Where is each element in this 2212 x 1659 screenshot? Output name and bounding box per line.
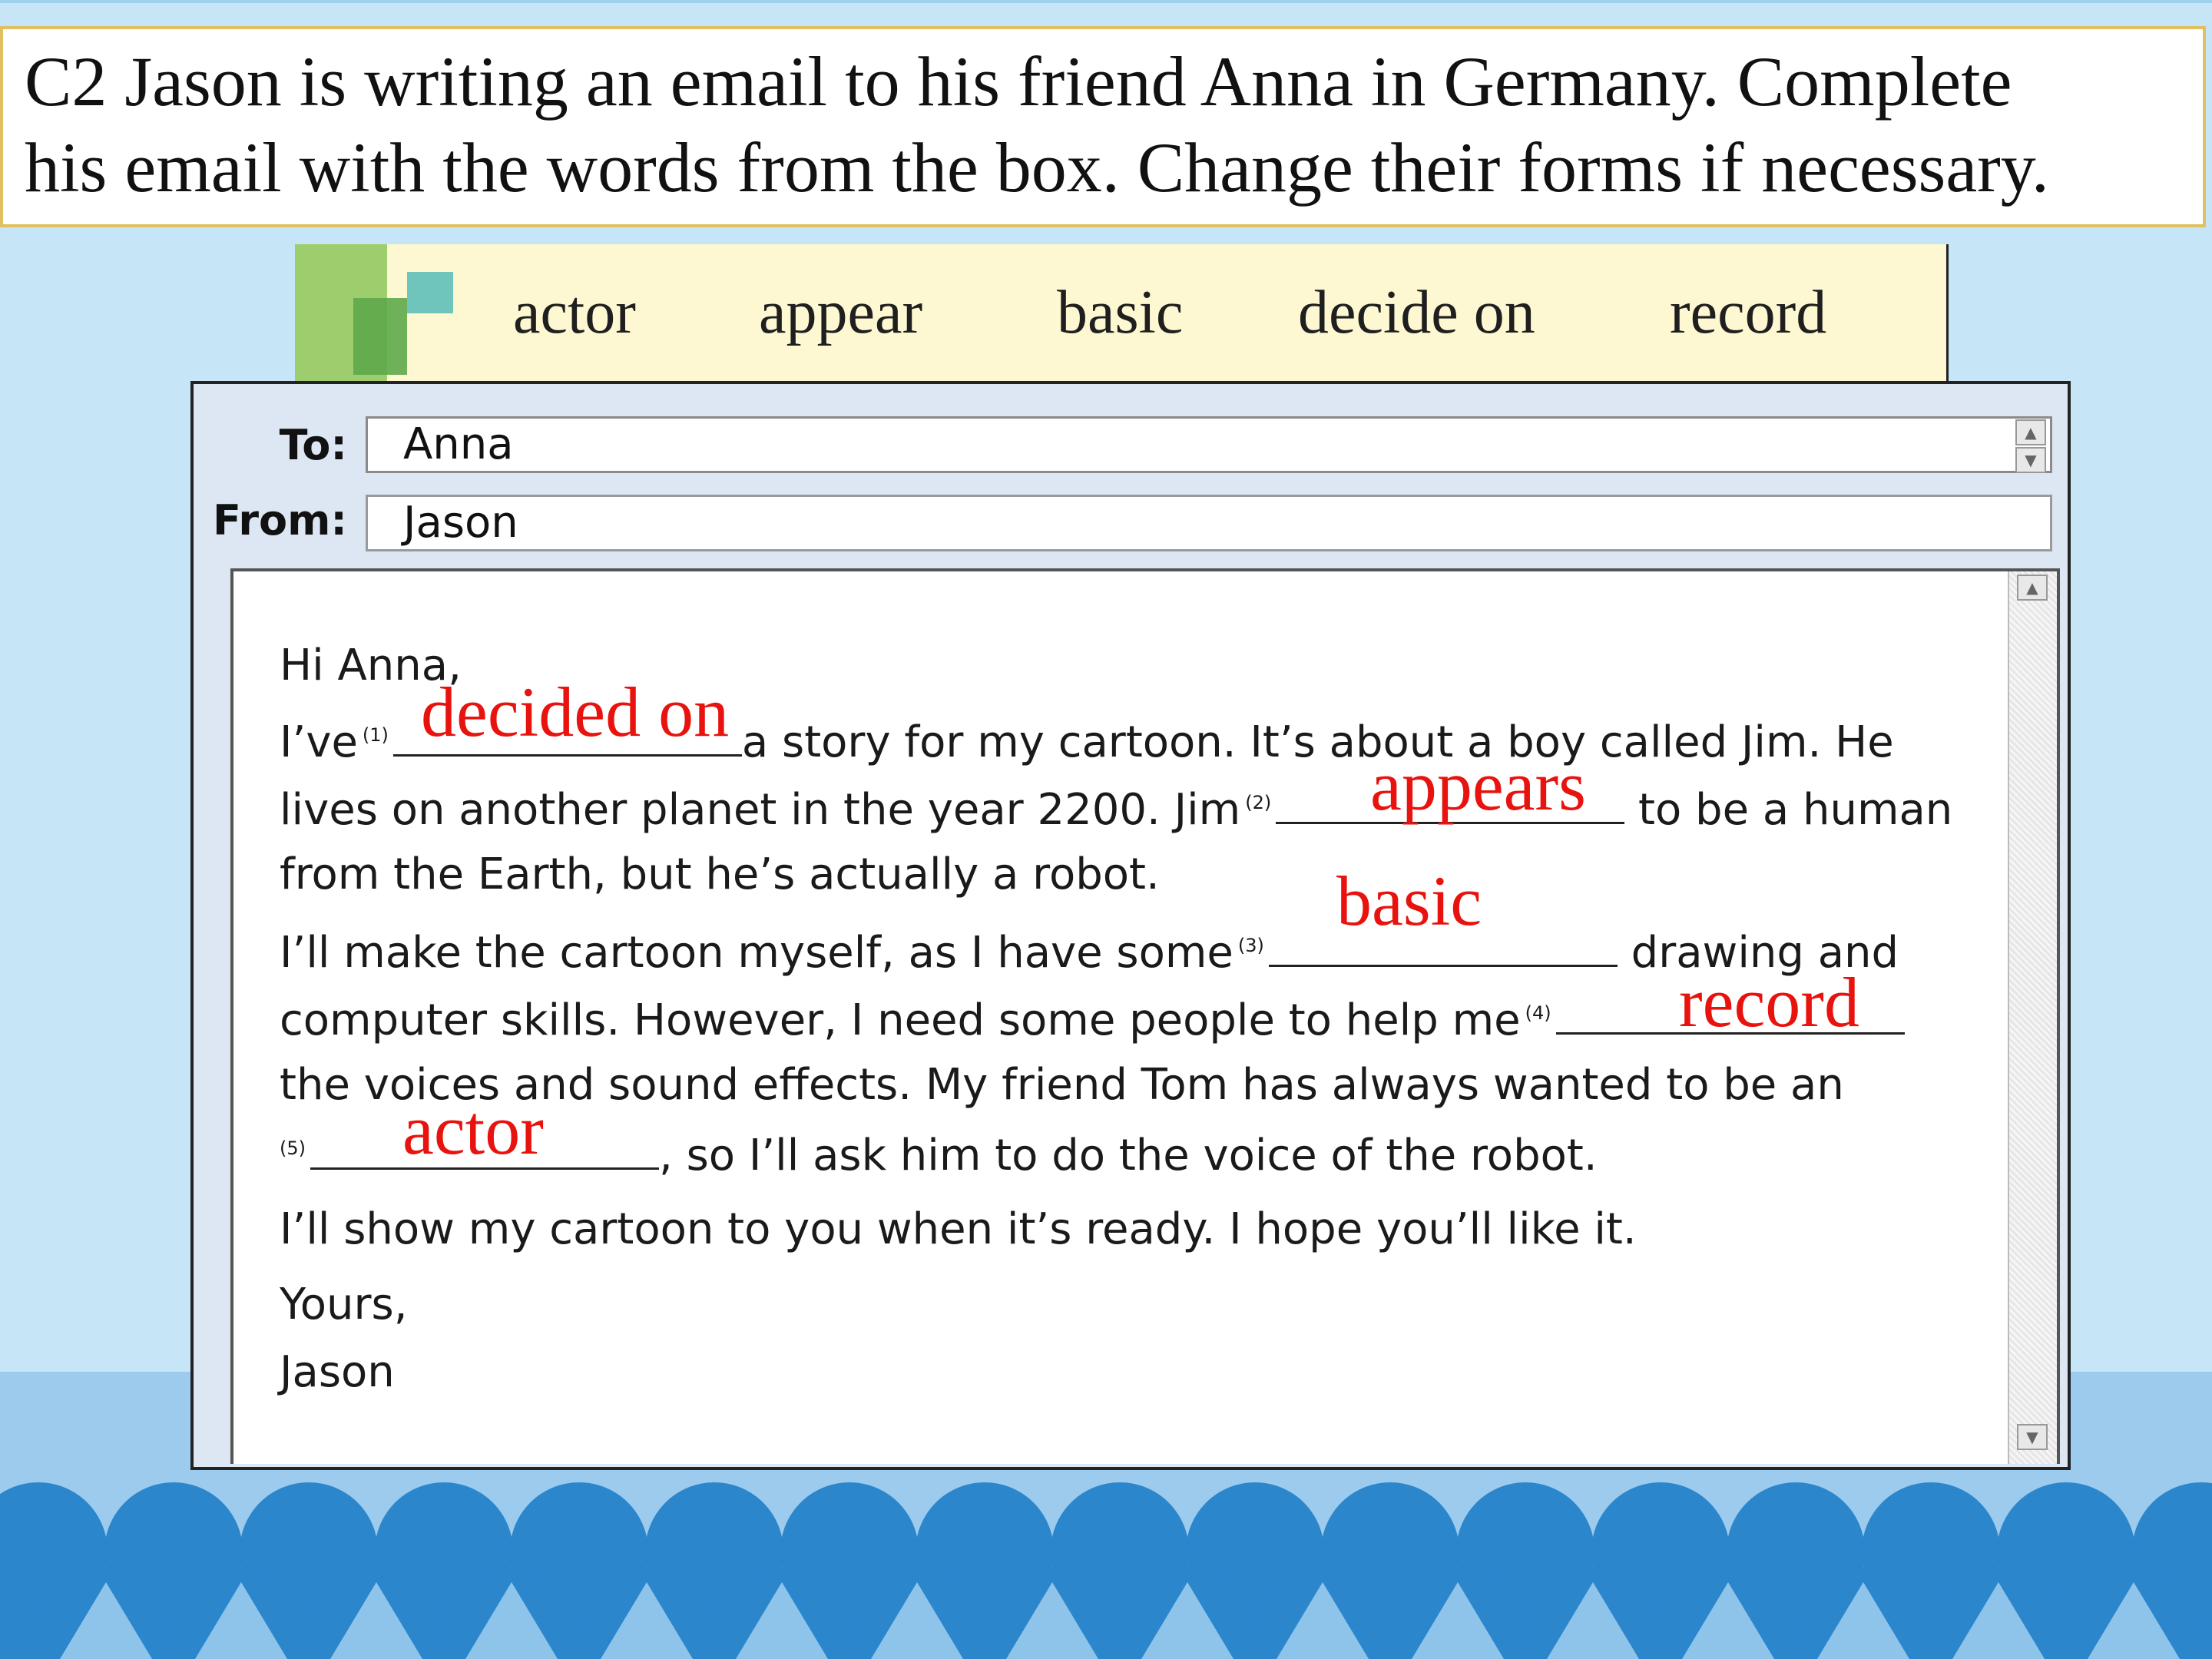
body-scroll-up-icon[interactable]: ▲ — [2017, 575, 2048, 601]
from-field[interactable]: Jason — [366, 495, 2052, 551]
line-text: to be a human — [1638, 785, 1953, 835]
blank-number-3: (3) — [1237, 935, 1264, 956]
email-line-8: I’ll show my cartoon to you when it’s re… — [280, 1204, 1637, 1254]
answer-1: decided on — [421, 673, 730, 751]
line-text: , so I’ll ask him to do the voice of the… — [659, 1131, 1598, 1181]
blank-number-1: (1) — [362, 724, 389, 746]
answer-2: appears — [1370, 747, 1586, 825]
email-line-3: from the Earth, but he’s actually a robo… — [280, 849, 1160, 899]
word-actor: actor — [513, 279, 636, 346]
closing: Yours, — [280, 1280, 408, 1330]
email-line-4: I’ll make the cartoon myself, as I have … — [280, 925, 1899, 978]
email-line-5: computer skills. However, I need some pe… — [280, 992, 1905, 1045]
line-text: I’ll make the cartoon myself, as I have … — [280, 928, 1233, 978]
instruction-line-2: his email with the words from the box. C… — [25, 128, 2049, 207]
scallop-decoration — [0, 1482, 2212, 1659]
vertical-scrollbar[interactable]: ▲ ▼ — [2008, 571, 2057, 1464]
word-basic: basic — [1057, 279, 1184, 346]
instruction-line-1: C2 Jason is writing an email to his frie… — [25, 42, 2012, 121]
line-text: lives on another planet in the year 2200… — [280, 785, 1241, 835]
line-text: a story for my cartoon. It’s about a boy… — [741, 717, 1894, 767]
blank-number-4: (4) — [1525, 1002, 1551, 1024]
line-text: I’ve — [280, 717, 358, 767]
blank-number-5: (5) — [280, 1137, 306, 1159]
body-scroll-down-icon[interactable]: ▼ — [2017, 1424, 2048, 1450]
word-appear: appear — [759, 279, 923, 346]
signature: Jason — [280, 1347, 395, 1397]
word-box: actor appear basic decide on record — [295, 244, 1949, 382]
top-band — [0, 0, 2212, 3]
green-squares-icon — [295, 244, 453, 382]
answer-3: basic — [1336, 862, 1482, 940]
word-decide-on: decide on — [1298, 279, 1535, 346]
scroll-down-arrow-icon[interactable]: ▼ — [2015, 447, 2046, 473]
email-line-2: lives on another planet in the year 2200… — [280, 782, 1952, 835]
to-label: To: — [279, 421, 347, 469]
from-label: From: — [212, 496, 347, 545]
line-text: computer skills. However, I need some pe… — [280, 995, 1521, 1045]
instruction-box: C2 Jason is writing an email to his frie… — [0, 26, 2206, 227]
word-record: record — [1670, 279, 1827, 346]
email-window: To: Anna ▲ ▼ From: Jason ▲ ▼ Hi Anna, I’… — [190, 381, 2071, 1470]
answer-4: record — [1679, 963, 1859, 1041]
answer-5: actor — [402, 1091, 544, 1169]
to-field[interactable]: Anna — [366, 416, 2052, 473]
blank-number-2: (2) — [1245, 792, 1272, 813]
scroll-up-arrow-icon[interactable]: ▲ — [2015, 419, 2046, 445]
